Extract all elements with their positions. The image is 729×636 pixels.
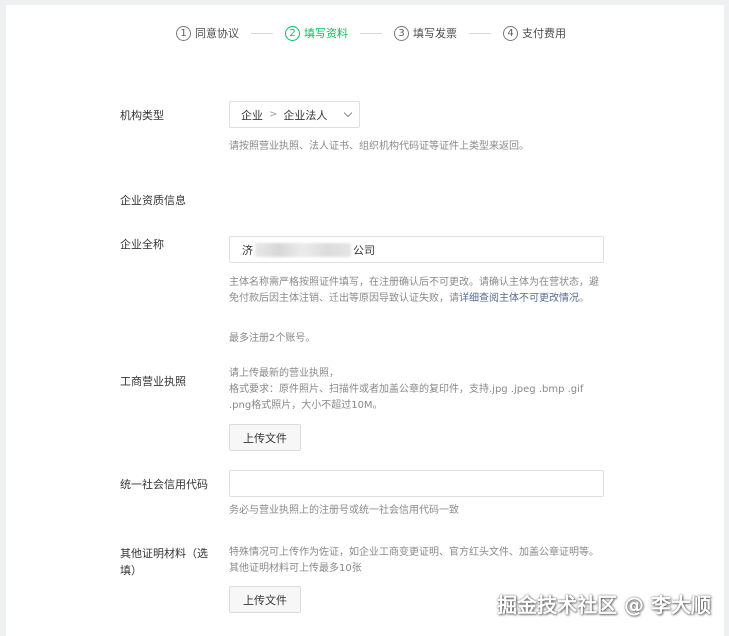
chevron-down-icon [343,108,353,117]
step-label: 支付费用 [522,27,566,40]
credit-code-input[interactable] [229,470,604,497]
company-name-input[interactable]: 济 公司 [229,236,604,263]
business-license-help-line1: 请上传最新的营业执照， [229,368,339,379]
company-name-help: 主体名称需严格按照证件填写，在注册确认后不可更改。请确认主体为在营状态，避免付款… [229,275,607,307]
business-license-help: 请上传最新的营业执照， 格式要求：原件照片、扫描件或者加盖公章的复印件，支持.j… [229,366,607,414]
step-payment: 4 支付费用 [503,25,566,41]
step-fill-info: 2 填写资料 [285,25,348,41]
breadcrumb-separator-icon: > [269,109,278,120]
org-type-label: 机构类型 [120,109,164,122]
business-license-help-line2: 格式要求：原件照片、扫描件或者加盖公章的复印件，支持.jpg .jpeg .bm… [229,384,584,411]
org-type-select[interactable]: 企业 > 企业法人 [229,101,360,128]
account-limit-note: 最多注册2个账号。 [229,333,316,344]
company-name-label: 企业全称 [120,238,164,251]
step-divider [360,32,382,34]
org-type-help: 请按照营业执照、法人证书、组织机构代码证等证件上类型来返回。 [229,141,529,152]
business-license-label: 工商营业执照 [120,375,186,388]
other-docs-help: 特殊情况可上传作为佐证，如企业工商变更证明、官方红头文件、加盖公章证明等。其他证… [229,547,599,574]
form-card [6,5,724,636]
step-number: 4 [503,25,518,41]
credit-code-help: 务必与营业执照上的注册号或统一社会信用代码一致 [229,505,459,516]
step-number: 1 [176,25,191,41]
step-divider [469,32,491,34]
section-title: 企业资质信息 [120,194,186,207]
step-number: 2 [285,25,300,41]
upload-other-docs-button[interactable]: 上传文件 [229,586,301,613]
redacted-blur [255,242,351,257]
step-divider [251,32,273,34]
watermark: 掘金技术社区 @ 李大顺 [497,593,711,617]
credit-code-label: 统一社会信用代码 [120,478,208,491]
step-invoice: 3 填写发票 [394,25,457,41]
step-label: 同意协议 [195,27,239,40]
org-type-level2: 企业法人 [283,108,328,122]
other-docs-label-line1: 其他证明材料（选 [120,547,208,560]
company-name-help-end: 。 [579,293,589,304]
org-type-level1: 企业 [241,108,263,122]
step-number: 3 [394,25,409,41]
step-label: 填写资料 [304,27,348,40]
other-docs-label: 其他证明材料（选 填） [120,545,208,579]
progress-steps: 1 同意协议 2 填写资料 3 填写发票 4 支付费用 [176,25,566,41]
other-docs-label-line2: 填） [120,564,142,577]
upload-license-button[interactable]: 上传文件 [229,424,301,451]
company-name-prefix: 济 [242,243,253,257]
details-link[interactable]: 详细查阅主体不可更改情况 [459,293,579,304]
company-name-suffix: 公司 [353,243,375,257]
step-agreement: 1 同意协议 [176,25,239,41]
step-label: 填写发票 [413,27,457,40]
